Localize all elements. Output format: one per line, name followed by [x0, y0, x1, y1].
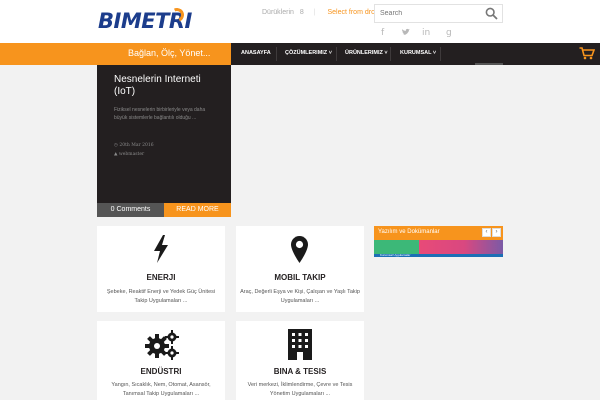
site-slogan: Bağlan, Ölç, Yönet...: [128, 48, 211, 58]
user-icon: ▲: [114, 152, 118, 157]
feature-description: Araç, Değerli Eşya ve Kişi, Çalışan ve Y…: [240, 289, 360, 304]
featured-post-excerpt: Fiziksel nesnelerin birbirleriyle veya d…: [114, 107, 206, 121]
slider-indicator: [475, 63, 503, 65]
feature-title: ENERJI: [146, 273, 176, 282]
widget-title: Yazılım ve Dokümanlar: [378, 229, 440, 235]
clock-icon: ◷: [114, 143, 118, 148]
feature-description: Veri merkezi, İklimlendirme, Çevre ve Te…: [247, 382, 353, 397]
gears-icon: [145, 330, 179, 360]
feature-description: Şebeke, Reaktif Enerji ve Yedek Güç Ünit…: [106, 289, 216, 304]
nav-item-anasayfa[interactable]: ANASAYFA: [241, 50, 271, 56]
building-icon: [288, 329, 312, 360]
comments-link[interactable]: 0 Comments: [97, 203, 164, 217]
twitter-icon[interactable]: [401, 28, 410, 40]
feature-title: BINA & TESIS: [273, 367, 327, 376]
nav-divider: [276, 47, 277, 61]
widget-prev-button[interactable]: ‹: [482, 228, 491, 237]
featured-post-title[interactable]: Nesnelerin Interneti (IoT): [114, 74, 224, 98]
feature-description: Yangın, Sıcaklık, Nem, Otomat, Asansör, …: [111, 382, 211, 397]
linkedin-icon[interactable]: in: [422, 28, 430, 38]
nav-item-urunlerimiz[interactable]: ÜRÜNLERIMIZ ˅: [345, 50, 388, 56]
post-date-text: 20th Mar 2016: [119, 143, 154, 148]
feature-title: ENDÜSTRI: [140, 367, 182, 376]
widget-next-button[interactable]: ›: [492, 228, 501, 237]
nav-item-cozumlerimiz[interactable]: ÇÖZÜMLERIMIZ ˅: [285, 50, 332, 56]
language-value[interactable]: 8: [300, 9, 304, 16]
map-pin-icon: [291, 236, 308, 263]
post-date: ◷ 20th Mar 2016: [114, 143, 154, 148]
feature-title: MOBIL TAKIP: [274, 273, 326, 282]
googleplus-icon[interactable]: g: [446, 28, 452, 38]
search-box: [374, 4, 503, 23]
facebook-icon[interactable]: f: [381, 28, 384, 38]
search-input[interactable]: [375, 5, 483, 22]
read-more-button[interactable]: READ MORE: [164, 203, 231, 217]
nav-divider: [440, 47, 441, 61]
top-menu-divider: |: [313, 9, 316, 16]
search-icon[interactable]: [485, 7, 498, 20]
nav-item-kurumsal[interactable]: KURUMSAL ˅: [400, 50, 436, 56]
nav-divider: [390, 47, 391, 61]
lightning-icon: [154, 235, 168, 263]
nav-divider: [336, 47, 337, 61]
language-label[interactable]: Dürüklerin: [262, 9, 294, 16]
widget-image-caption: Kurumsal Uygulamalar: [380, 253, 411, 257]
site-header: [0, 0, 600, 43]
cart-icon[interactable]: [579, 47, 595, 60]
post-author: ▲ webmaster: [114, 152, 144, 157]
post-author-text[interactable]: webmaster: [119, 152, 144, 157]
